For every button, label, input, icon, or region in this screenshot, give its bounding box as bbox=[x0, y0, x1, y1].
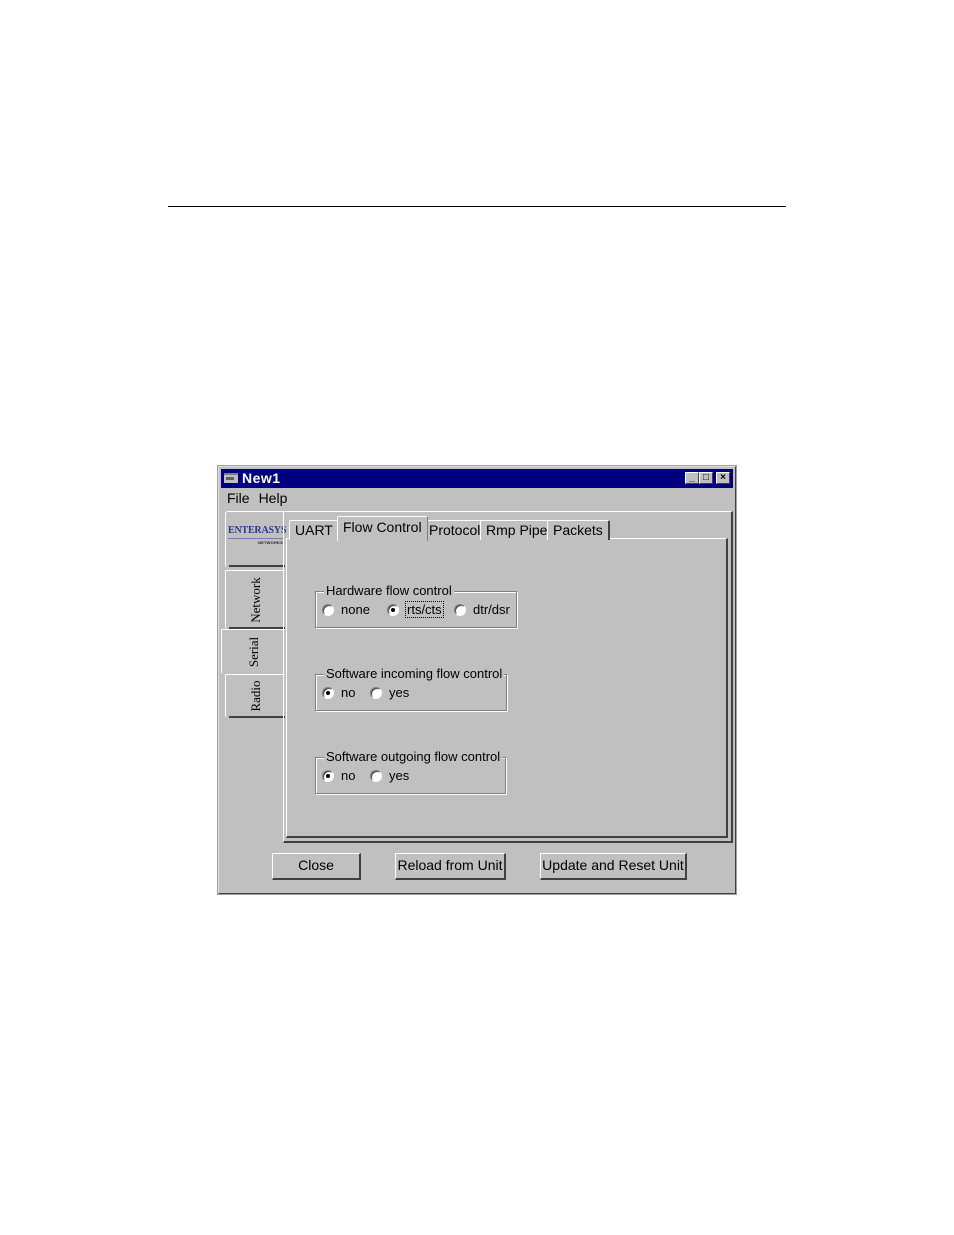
enterasys-logo: ENTERASYS bbox=[228, 525, 287, 536]
minimize-button[interactable]: _ bbox=[685, 472, 699, 484]
close-button[interactable]: Close bbox=[272, 853, 361, 880]
radio-in-no[interactable]: no bbox=[322, 685, 355, 700]
side-tab-label: Serial bbox=[245, 636, 261, 667]
side-tab-label: Network bbox=[247, 576, 263, 623]
side-tab-label: Radio bbox=[247, 680, 263, 712]
tab-flow-control[interactable]: Flow Control bbox=[337, 516, 428, 541]
group-legend: Software outgoing flow control bbox=[324, 749, 503, 764]
logo-tab[interactable]: ENTERASYS NETWORKS bbox=[225, 511, 287, 567]
radio-button-selected-icon[interactable] bbox=[322, 686, 334, 699]
reload-from-unit-button[interactable]: Reload from Unit bbox=[395, 853, 506, 880]
logo-subtitle: NETWORKS bbox=[258, 540, 283, 545]
tab-uart[interactable]: UART bbox=[289, 520, 340, 540]
tab-packets[interactable]: Packets bbox=[547, 520, 610, 540]
radio-label: dtr/dsr bbox=[473, 602, 510, 617]
application-window: New1 _ □ × File Help ENTERASYS NETWORKS … bbox=[217, 465, 737, 895]
close-window-button[interactable]: × bbox=[716, 472, 730, 484]
radio-in-yes[interactable]: yes bbox=[370, 685, 409, 700]
radio-label: none bbox=[341, 602, 370, 617]
window-title: New1 bbox=[242, 470, 281, 486]
flow-control-tab-page: Hardware flow control none rts/cts dtr/d… bbox=[286, 538, 728, 838]
software-outgoing-flow-control-group: Software outgoing flow control no yes bbox=[315, 749, 506, 794]
group-legend: Hardware flow control bbox=[324, 583, 454, 598]
maximize-button[interactable]: □ bbox=[699, 472, 713, 484]
radio-button-icon[interactable] bbox=[370, 686, 382, 699]
page-horizontal-rule bbox=[168, 206, 786, 207]
menu-bar: File Help bbox=[227, 490, 287, 506]
group-legend: Software incoming flow control bbox=[324, 666, 505, 681]
radio-label: no bbox=[341, 768, 356, 783]
side-tab-radio[interactable]: Radio bbox=[225, 674, 285, 718]
radio-hw-dtr-dsr[interactable]: dtr/dsr bbox=[454, 602, 510, 617]
radio-button-selected-icon[interactable] bbox=[322, 769, 334, 782]
hardware-flow-control-group: Hardware flow control none rts/cts dtr/d… bbox=[315, 583, 517, 628]
radio-button-icon[interactable] bbox=[322, 603, 334, 616]
radio-out-yes[interactable]: yes bbox=[370, 768, 409, 783]
radio-button-selected-icon[interactable] bbox=[387, 603, 399, 616]
side-tab-network[interactable]: Network bbox=[225, 570, 285, 629]
radio-label: yes bbox=[389, 768, 410, 783]
radio-label: rts/cts bbox=[405, 601, 444, 618]
software-incoming-flow-control-group: Software incoming flow control no yes bbox=[315, 666, 507, 711]
radio-hw-none[interactable]: none bbox=[322, 602, 370, 617]
radio-out-no[interactable]: no bbox=[322, 768, 355, 783]
radio-button-icon[interactable] bbox=[370, 769, 382, 782]
tab-protocol[interactable]: Protocol bbox=[423, 520, 488, 540]
title-bar[interactable]: New1 _ □ × bbox=[221, 469, 733, 488]
close-icon: × bbox=[720, 472, 726, 483]
menu-help[interactable]: Help bbox=[259, 490, 288, 506]
radio-hw-rts-cts[interactable]: rts/cts bbox=[387, 601, 444, 618]
radio-label: yes bbox=[389, 685, 410, 700]
maximize-icon: □ bbox=[702, 472, 710, 483]
logo-underline bbox=[228, 538, 284, 539]
update-and-reset-unit-button[interactable]: Update and Reset Unit bbox=[540, 853, 687, 880]
tab-rmp-pipe[interactable]: Rmp Pipe bbox=[480, 520, 555, 540]
radio-button-icon[interactable] bbox=[454, 603, 466, 616]
minimize-icon: _ bbox=[689, 472, 695, 483]
side-tab-serial[interactable]: Serial bbox=[221, 629, 285, 673]
app-icon bbox=[224, 473, 238, 483]
radio-label: no bbox=[341, 685, 356, 700]
menu-file[interactable]: File bbox=[227, 490, 250, 506]
